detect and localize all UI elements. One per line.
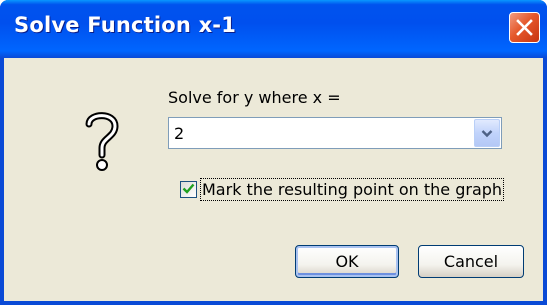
- close-button[interactable]: [509, 12, 540, 43]
- question-icon: [84, 110, 120, 174]
- x-value-input[interactable]: [174, 124, 464, 143]
- ok-button[interactable]: OK: [295, 245, 399, 278]
- check-icon: [182, 183, 195, 194]
- solve-prompt-label: Solve for y where x =: [168, 88, 341, 107]
- dropdown-button[interactable]: [474, 119, 500, 147]
- mark-point-checkbox[interactable]: [180, 180, 197, 198]
- mark-point-option[interactable]: Mark the resulting point on the graph: [180, 177, 505, 201]
- dialog-title: Solve Function x-1: [14, 13, 237, 37]
- chevron-down-icon: [481, 129, 493, 137]
- solve-function-dialog: Solve Function x-1 Solve for y where x =: [0, 0, 547, 305]
- close-icon: [516, 19, 533, 36]
- title-bar[interactable]: Solve Function x-1: [0, 0, 547, 58]
- mark-point-label[interactable]: Mark the resulting point on the graph: [199, 177, 505, 201]
- cancel-button[interactable]: Cancel: [418, 245, 524, 278]
- x-value-combobox[interactable]: [168, 117, 502, 149]
